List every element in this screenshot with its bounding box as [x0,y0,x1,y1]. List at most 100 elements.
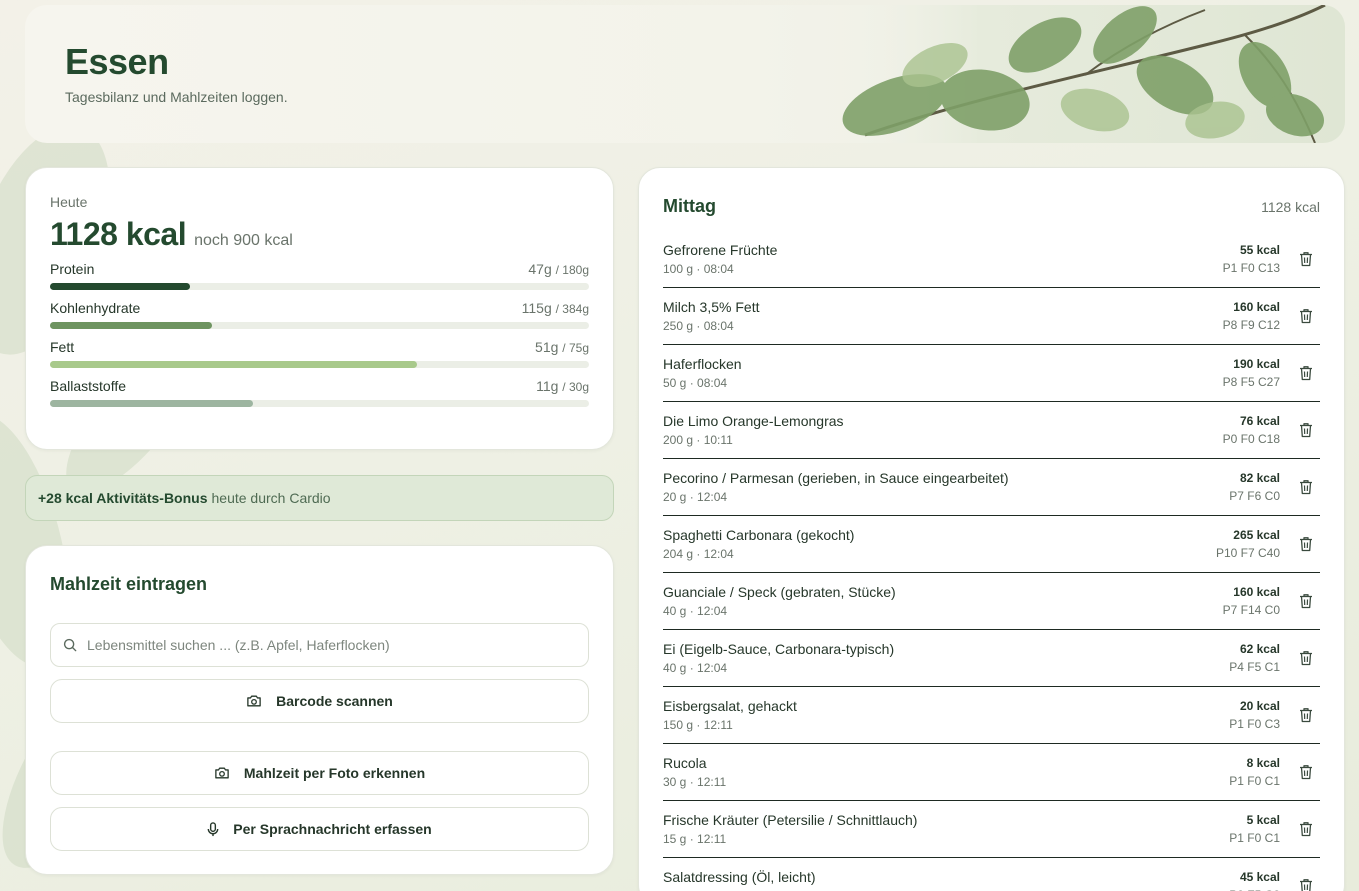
macro-row: Kohlenhydrate 115g / 384g [50,300,589,329]
delete-item-button[interactable] [1298,421,1314,439]
food-search-input[interactable] [87,637,576,653]
meal-item-meta: 250 g · 08:04 [663,319,734,333]
macro-goal: / 30g [562,380,589,394]
macro-goal: / 75g [562,341,589,355]
meal-item-kcal: 8 kcal [1246,756,1280,770]
meal-item-name: Salatdressing (Öl, leicht) [663,869,816,885]
meal-item-macros: P1 F0 C3 [1229,717,1280,731]
meal-item-name: Ei (Eigelb-Sauce, Carbonara-typisch) [663,641,895,657]
meal-item-kcal: 82 kcal [1239,471,1280,485]
today-kcal: 1128 kcal [50,216,187,252]
activity-bonus-text: heute durch Cardio [211,490,331,506]
delete-item-button[interactable] [1298,763,1314,781]
macro-value: 51g / 75g [535,339,589,355]
meal-item-meta: 40 g · 12:04 [663,604,728,618]
meal-item-meta: 15 g · 12:11 [663,832,727,846]
meal-item-meta: 50 g · 08:04 [663,376,728,390]
meal-item-name: Gefrorene Früchte [663,242,778,258]
macro-row: Fett 51g / 75g [50,339,589,368]
photo-recognition-button[interactable]: Mahlzeit per Foto erkennen [50,751,589,795]
delete-item-button[interactable] [1298,649,1314,667]
trash-icon [1300,309,1312,324]
meal-item-kcal: 45 kcal [1239,870,1280,884]
photo-recognition-label: Mahlzeit per Foto erkennen [243,765,426,781]
meal-item: Gefrorene Früchte 100 g · 08:04 55 kcal P1 … [663,231,1320,288]
meal-item-macros: P7 F6 C0 [1229,489,1280,503]
trash-icon [1300,252,1312,267]
meal-item-meta: 20 g · 12:04 [663,490,728,504]
barcode-scan-button[interactable]: Barcode scannen [50,679,589,723]
meal-item-macros: P4 F5 C1 [1229,660,1280,674]
camera-icon [247,695,261,707]
macro-progress-track [50,283,589,290]
macro-amount: 51g [535,339,559,355]
delete-item-button[interactable] [1298,307,1314,325]
macro-amount: 115g [521,300,552,316]
activity-bonus-banner: +28 kcal Aktivitäts-Bonus heute durch Ca… [25,475,614,521]
meal-item-macros: P0 F0 C18 [1222,432,1280,446]
trash-icon [1300,594,1312,609]
macro-progress-track [50,361,589,368]
meal-item-kcal: 5 kcal [1246,813,1280,827]
meal-item-meta: 200 g · 10:11 [663,433,733,447]
meal-item-name: Milch 3,5% Fett [663,299,760,315]
meal-item-meta: 40 g · 12:04 [663,661,728,675]
meal-item-name: Guanciale / Speck (gebraten, Stücke) [663,584,896,600]
food-search-box[interactable] [50,623,589,667]
meal-entry-card: Mahlzeit eintragen Barcode scannen Mahlz… [25,545,614,875]
macro-progress-fill [50,283,191,290]
macro-row: Protein 47g / 180g [50,261,589,290]
today-remaining-kcal: noch 900 kcal [194,232,293,249]
meal-item-name: Pecorino / Parmesan (gerieben, in Sauce … [663,470,1009,486]
meal-item-name: Eisbergsalat, gehackt [663,698,797,714]
meal-list-card: Mittag 1128 kcal Gefrorene Früchte 100 g … [638,167,1345,891]
delete-item-button[interactable] [1298,706,1314,724]
delete-item-button[interactable] [1298,364,1314,382]
meal-item-name: Spaghetti Carbonara (gekocht) [663,527,855,543]
macro-progress-track [50,322,589,329]
today-label: Heute [50,194,88,210]
trash-icon [1300,537,1312,552]
delete-item-button[interactable] [1298,877,1314,891]
meal-item-list: Gefrorene Früchte 100 g · 08:04 55 kcal P1 … [663,231,1320,891]
page-title: Essen [65,41,169,82]
meal-item: Ei (Eigelb-Sauce, Carbonara-typisch) 40 g… [663,630,1320,687]
meal-item-kcal: 160 kcal [1233,585,1280,599]
macro-amount: 47g [528,261,552,277]
macro-name: Ballaststoffe [50,378,127,394]
macro-goal: / 384g [555,302,589,316]
trash-icon [1300,480,1312,495]
meal-item: Eisbergsalat, gehackt 150 g · 12:11 20 kca… [663,687,1320,744]
meal-item-macros: P1 F0 C1 [1229,831,1280,845]
trash-icon [1300,879,1312,891]
meal-item: Guanciale / Speck (gebraten, Stücke) 40 g… [663,573,1320,630]
macro-progress-fill [50,322,212,329]
delete-item-button[interactable] [1298,478,1314,496]
meal-item-kcal: 190 kcal [1233,357,1280,371]
meal-item-meta: 30 g · 12:11 [663,775,727,789]
delete-item-button[interactable] [1298,250,1314,268]
meal-item-meta: 204 g · 12:04 [663,547,734,561]
delete-item-button[interactable] [1298,592,1314,610]
meal-item: Rucola 30 g · 12:11 8 kcal P1 F0 C1 [663,744,1320,801]
meal-item-name: Die Limo Orange-Lemongras [663,413,844,429]
macro-row: Ballaststoffe 11g / 30g [50,378,589,407]
delete-item-button[interactable] [1298,820,1314,838]
voice-message-label: Per Sprachnachricht erfassen [233,821,432,837]
meal-item: Salatdressing (Öl, leicht)10 g · 12:1145… [663,858,1320,891]
meal-item: Frische Kräuter (Petersilie / Schnittlau… [663,801,1320,858]
meal-item-name: Frische Kräuter (Petersilie / Schnittlau… [663,812,918,828]
meal-item-meta: 150 g · 12:11 [663,718,733,732]
trash-icon [1300,366,1312,381]
macro-goal: / 180g [555,263,589,277]
delete-item-button[interactable] [1298,535,1314,553]
voice-message-button[interactable]: Per Sprachnachricht erfassen [50,807,589,851]
macro-list: Protein 47g / 180g Kohlenhydrate 115g / 384… [50,261,589,407]
page-subtitle: Tagesbilanz und Mahlzeiten loggen. [65,89,288,105]
macro-progress-fill [50,400,254,407]
macro-amount: 11g [536,378,559,394]
meal-entry-title: Mahlzeit eintragen [50,574,208,594]
macro-value: 47g / 180g [528,261,589,277]
meal-item-macros: P10 F7 C40 [1215,546,1280,560]
trash-icon [1300,423,1312,438]
